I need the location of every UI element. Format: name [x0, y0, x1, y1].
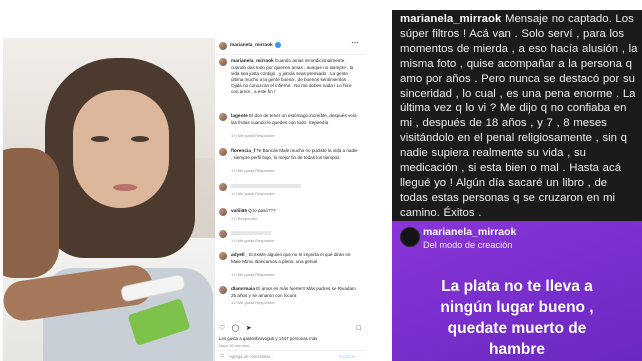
publish-button[interactable]: Publicar [339, 354, 356, 360]
comment-meta[interactable]: 1 h Responder [231, 216, 257, 222]
share-icon[interactable]: ➤ [246, 324, 252, 333]
heart-icon[interactable]: ♡ [219, 324, 225, 333]
post-time: Hace 50 minutos [219, 343, 250, 348]
story-text-message: marianela_mirraok Mensaje no captado. Lo… [392, 10, 642, 221]
avatar[interactable] [219, 58, 227, 66]
story-purple: marianela_mirraok Del modo de creación L… [392, 221, 642, 361]
add-comment-bar: ☺ Agrega un comentario... Publicar [215, 350, 365, 361]
post-header: marianela_mirraok ⋯ [215, 38, 365, 55]
comment-username[interactable]: adyell_ [231, 253, 247, 258]
comment-item: valiii65 Q lo pasó??? 1 h Responder [219, 208, 361, 226]
post-username[interactable]: marianela_mirraok [230, 43, 273, 49]
post-caption: marianela_mirraok Cuando amas incondicio… [219, 58, 361, 98]
post-actions: ♡ ◯ ➤ □ [219, 324, 361, 334]
comment-item: lagente El don de tener un estómago incr… [219, 113, 361, 143]
story-subtitle: Del modo de creación [423, 240, 513, 250]
more-horizontal-icon[interactable]: ⋯ [351, 39, 359, 47]
comment-item: florencia_f Te Bancás Male mucho no pudi… [219, 148, 361, 178]
bookmark-icon[interactable]: □ [357, 324, 361, 333]
story-username[interactable]: marianela_mirraok [423, 226, 516, 238]
comment-item: dlamrmaia El amor es más fuerte!!! Más p… [219, 286, 361, 316]
comment-meta[interactable]: 1 h Me gusta Responder [231, 238, 275, 244]
comment-username[interactable]: florencia_f [231, 149, 255, 154]
comment-meta[interactable]: 1 h Me gusta Responder [231, 300, 275, 306]
avatar[interactable] [219, 230, 227, 238]
comment-meta[interactable]: 1 h Me gusta Responder [231, 168, 275, 174]
comment-icon[interactable]: ◯ [232, 324, 240, 333]
story-quote-line: La plata no te lleva a [441, 278, 593, 295]
avatar[interactable] [219, 42, 227, 50]
comment-username[interactable]: lagente [231, 114, 248, 119]
verified-badge-icon [275, 42, 281, 48]
story-message: marianela_mirraok Mensaje no captado. Lo… [400, 12, 638, 221]
avatar[interactable] [219, 252, 227, 260]
post-photo [3, 38, 215, 361]
avatar[interactable] [219, 286, 227, 294]
likes-count[interactable]: Les gusta a gastonbravoguti y 1447 perso… [219, 336, 317, 342]
comment-item: 1 h Me gusta Responder [219, 230, 361, 248]
avatar[interactable] [219, 113, 227, 121]
story-quote-line: quedate muerto de [447, 320, 587, 337]
comments-panel: marianela_mirraok ⋯ marianela_mirraok Cu… [215, 38, 365, 361]
comment-text: Q lo pasó??? [248, 208, 276, 213]
blurred-comment [231, 184, 301, 188]
avatar[interactable] [400, 227, 420, 247]
comment-meta[interactable]: 1 h Me gusta Responder [231, 191, 275, 197]
emoji-icon[interactable]: ☺ [219, 353, 225, 359]
story-username[interactable]: marianela_mirraok [400, 13, 501, 25]
add-comment-input[interactable]: Agrega un comentario... [229, 354, 274, 360]
comment-meta[interactable]: 1 h Me gusta Responder [231, 133, 275, 139]
comment-username[interactable]: valiii65 [231, 209, 247, 214]
avatar[interactable] [219, 183, 227, 191]
story-quote-line: hambre [489, 341, 545, 358]
story-body: Mensaje no captado. Los súper filtros ! … [400, 13, 638, 219]
blurred-comment [231, 231, 271, 235]
comment-item: adyell_ Si existe alguien que no le impo… [219, 252, 361, 282]
comment-text: El don de tener un estómago increíble, d… [231, 113, 357, 125]
comment-text: Si existe alguien que no le importa el q… [231, 252, 351, 264]
story-quote-line: ningún lugar bueno , [440, 299, 594, 316]
avatar[interactable] [219, 148, 227, 156]
caption-username[interactable]: marianela_mirraok [231, 59, 274, 64]
comment-username[interactable]: dlamrmaia [231, 287, 255, 292]
comment-item: 1 h Me gusta Responder [219, 183, 361, 205]
story-quote: La plata no te lleva a ningún lugar buen… [392, 276, 642, 360]
comment-meta[interactable]: 1 h Me gusta Responder [231, 272, 275, 278]
instagram-post: marianela_mirraok ⋯ marianela_mirraok Cu… [3, 38, 365, 361]
avatar[interactable] [219, 208, 227, 216]
